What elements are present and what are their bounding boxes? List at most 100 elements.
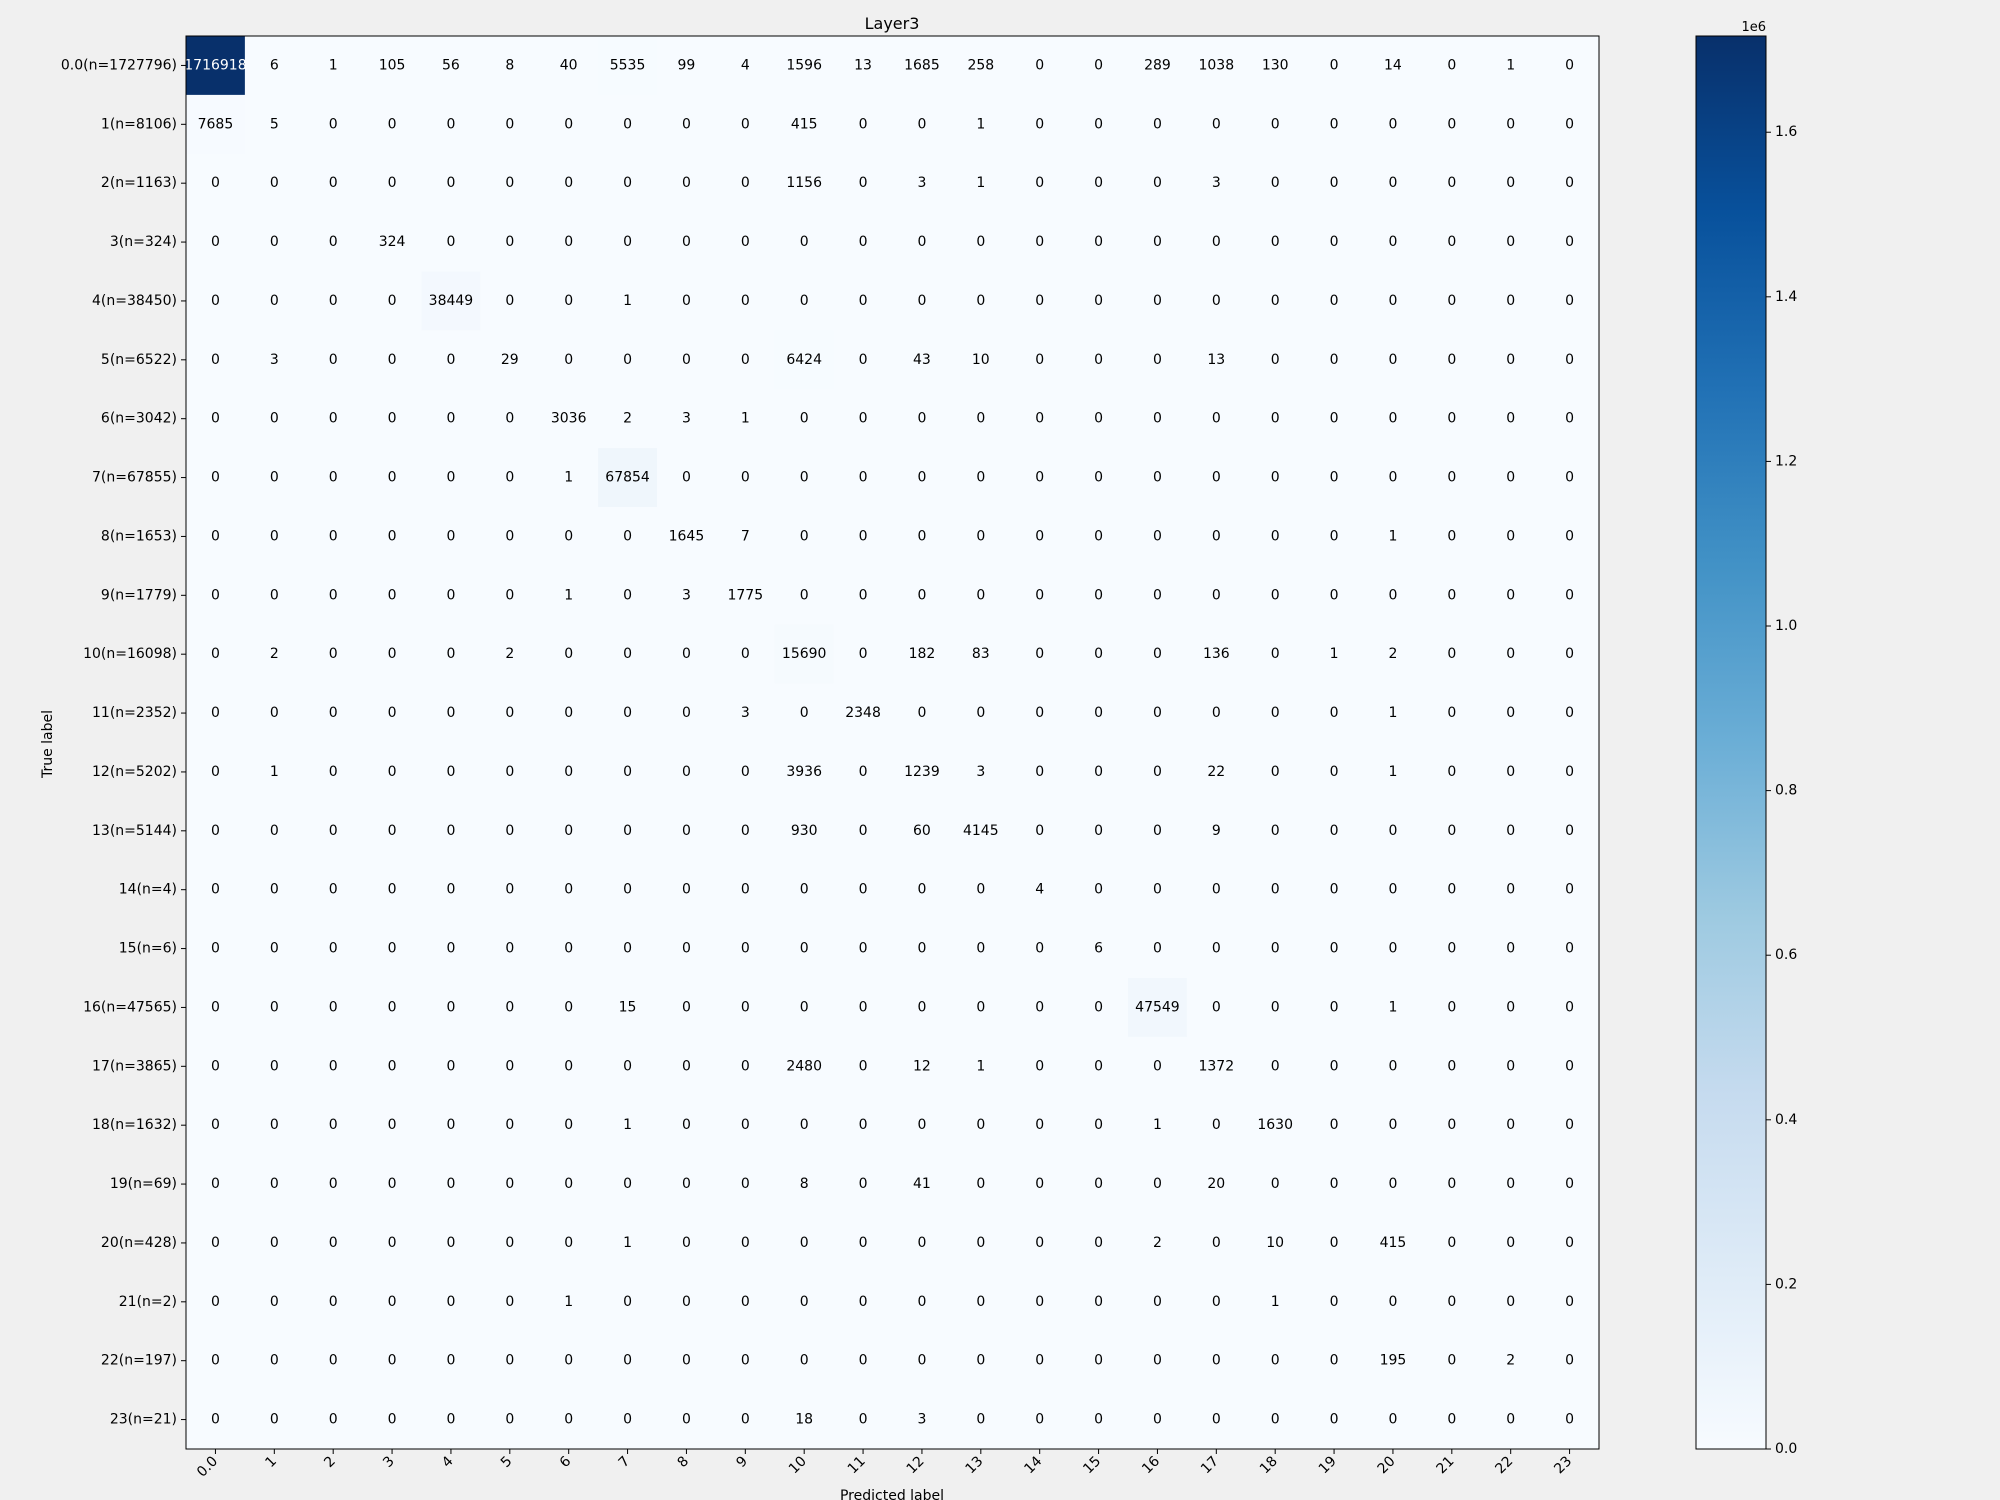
cell-value-label: 3 [1212,175,1221,191]
cell-value-label: 0 [446,941,455,957]
cell-value-label: 0 [1035,705,1044,721]
y-tick-label: 4(n=38450) [92,293,177,309]
cell-value-label: 1 [976,116,985,132]
cell-value-label: 0 [446,705,455,721]
cell-value-label: 0 [1153,352,1162,368]
cell-value-label: 0 [917,234,926,250]
cell-value-label: 0 [446,823,455,839]
cell-value-label: 0 [1447,999,1456,1015]
colorbar-ticks: 0.0 0.2 0.4 0.6 0.8 1.0 1.2 1.4 1.6 [1766,124,1797,1457]
cell-value-label: 0 [388,823,397,839]
cell-value-label: 0 [505,882,514,898]
cell-value-label: 1 [1388,764,1397,780]
cell-value-label: 0 [1212,234,1221,250]
cell-value-label: 0 [1388,587,1397,603]
cell-value-label: 0 [388,293,397,309]
cell-value-label: 1 [1388,999,1397,1015]
y-tick-label: 17(n=3865) [92,1058,177,1074]
cell-value-label: 0 [329,823,338,839]
cell-value-label: 2348 [845,705,881,721]
cell-value-label: 0 [859,293,868,309]
cell-value-label: 0 [1565,1117,1574,1133]
cell-value-label: 0 [1565,1176,1574,1192]
cell-value-label: 0 [270,1294,279,1310]
cell-value-label: 0 [1447,175,1456,191]
cell-value-label: 0 [1271,1176,1280,1192]
y-tick-label: 2(n=1163) [101,175,177,191]
cell-value-label: 0 [917,705,926,721]
cell-value-label: 0 [1271,941,1280,957]
y-axis: 0.0(n=1727796) 1(n=8106) 2(n=1163) 3(n=324)… [61,57,186,1428]
cell-value-label: 1685 [904,57,940,73]
cell-value-label: 0 [505,1117,514,1133]
cell-value-label: 0 [1565,1058,1574,1074]
cell-value-label: 7 [741,528,750,544]
cell-value-label: 0 [564,823,573,839]
cell-value-label: 0 [1094,882,1103,898]
cell-value-label: 0 [1212,116,1221,132]
cell-value-label: 0 [1565,941,1574,957]
cell-value-label: 0 [1271,234,1280,250]
cell-value-label: 0 [446,234,455,250]
cell-value-label: 0 [1212,1117,1221,1133]
cell-value-label: 0 [1388,882,1397,898]
cell-value-label: 0 [1447,1058,1456,1074]
cell-value-label: 60 [913,823,931,839]
cell-value-label: 0 [682,999,691,1015]
cell-value-label: 0 [859,528,868,544]
cell-value-label: 0 [211,1353,220,1369]
cell-value-label: 0 [1094,1235,1103,1251]
cell-value-label: 0 [1094,352,1103,368]
cell-value-label: 1596 [786,57,822,73]
cell-value-label: 0 [623,1058,632,1074]
cell-value-label: 0 [329,764,338,780]
cell-value-label: 0 [270,1235,279,1251]
cell-value-label: 0 [1035,1294,1044,1310]
cell-value-label: 0 [1565,411,1574,427]
cell-value-label: 0 [1035,175,1044,191]
cell-value-label: 0 [564,646,573,662]
cell-value-label: 0 [1388,1294,1397,1310]
cell-value-label: 0 [800,1353,809,1369]
cell-value-label: 13 [854,57,872,73]
cell-value-label: 0 [1330,352,1339,368]
cell-value-label: 4 [741,57,750,73]
y-tick-label: 13(n=5144) [92,823,177,839]
cell-value-label: 0 [1094,705,1103,721]
x-tick-label: 6 [557,1453,575,1471]
x-tick-label: 16 [1139,1453,1163,1477]
cell-value-label: 0 [1506,999,1515,1015]
cell-value-label: 0 [1388,116,1397,132]
cell-value-label: 2 [505,646,514,662]
x-tick-label: 10 [786,1453,810,1477]
cell-value-label: 0 [741,234,750,250]
cell-value-label: 0 [564,1058,573,1074]
cell-value-label: 0 [741,1058,750,1074]
cell-value-label: 0 [1094,528,1103,544]
cell-value-label: 0 [741,1235,750,1251]
cell-value-label: 0 [1506,1294,1515,1310]
cell-value-label: 0 [270,293,279,309]
cell-value-label: 0 [388,764,397,780]
cell-value-label: 0 [1035,941,1044,957]
cell-value-label: 0 [388,1117,397,1133]
colorbar-offset-text: 1e6 [1741,20,1766,35]
cell-value-label: 0 [859,175,868,191]
cell-value-label: 0 [329,1235,338,1251]
y-tick-label: 3(n=324) [110,234,177,250]
cell-value-label: 0 [1447,1117,1456,1133]
cell-value-label: 0 [211,941,220,957]
cell-value-label: 0 [623,1412,632,1428]
cell-value-label: 0 [1330,411,1339,427]
cell-value-label: 2 [623,411,632,427]
cell-value-label: 0 [505,823,514,839]
cell-value-label: 1 [976,1058,985,1074]
cell-value-label: 0 [1212,528,1221,544]
cell-value-label: 0 [329,234,338,250]
cell-value-label: 0 [1565,293,1574,309]
cell-value-label: 324 [379,234,406,250]
cell-value-label: 0 [1094,646,1103,662]
cell-value-label: 0 [623,234,632,250]
cell-value-label: 0 [682,1353,691,1369]
colorbar-tick-label: 0.0 [1775,1441,1797,1457]
